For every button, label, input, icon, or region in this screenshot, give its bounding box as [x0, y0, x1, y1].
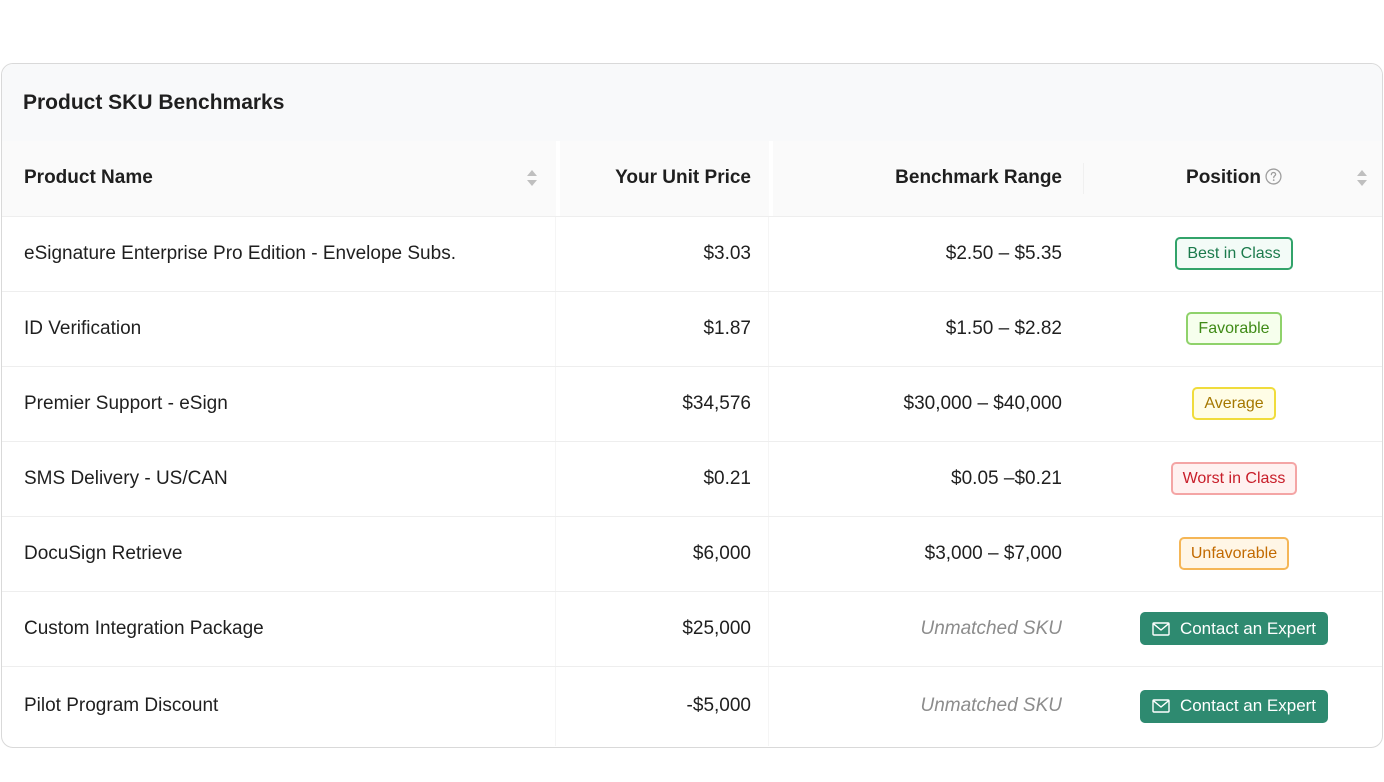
contact-expert-button[interactable]: Contact an Expert	[1139, 689, 1329, 723]
column-header-label: Your Unit Price	[615, 167, 751, 189]
position-badge-favorable: Favorable	[1186, 312, 1282, 345]
column-header-label: Position	[1186, 167, 1261, 189]
cell-position: Best in Class	[1084, 216, 1382, 292]
cell-unit-price: $34,576	[560, 366, 773, 442]
mail-icon	[1152, 621, 1170, 636]
cell-product-name: SMS Delivery - US/CAN	[2, 441, 560, 517]
cell-product-name: Custom Integration Package	[2, 591, 560, 667]
table-row: SMS Delivery - US/CAN $0.21 $0.05 –$0.21…	[2, 441, 1382, 517]
cell-benchmark-range: $1.50 – $2.82	[773, 291, 1084, 367]
cell-product-name: Premier Support - eSign	[2, 366, 560, 442]
cell-unit-price: $25,000	[560, 591, 773, 667]
contact-expert-label: Contact an Expert	[1179, 696, 1317, 716]
column-header-benchmark-range: Benchmark Range	[773, 141, 1084, 217]
column-header-label: Product Name	[24, 167, 153, 189]
cell-position: Worst in Class	[1084, 441, 1382, 517]
cell-product-name: eSignature Enterprise Pro Edition - Enve…	[2, 216, 560, 292]
sort-icon[interactable]	[1356, 168, 1368, 188]
table-row: Premier Support - eSign $34,576 $30,000 …	[2, 366, 1382, 442]
position-badge-worst: Worst in Class	[1170, 462, 1298, 495]
cell-position: Average	[1084, 366, 1382, 442]
cell-position: Contact an Expert	[1084, 666, 1382, 746]
column-header-unit-price: Your Unit Price	[560, 141, 773, 217]
cell-product-name: Pilot Program Discount	[2, 666, 560, 746]
cell-product-name: DocuSign Retrieve	[2, 516, 560, 592]
table-row: eSignature Enterprise Pro Edition - Enve…	[2, 216, 1382, 292]
mail-icon	[1152, 699, 1170, 713]
cell-position: Favorable	[1084, 291, 1382, 367]
cell-benchmark-range-unmatched: Unmatched SKU	[773, 591, 1084, 667]
column-header-product-name[interactable]: Product Name	[2, 141, 560, 217]
card-header: Product SKU Benchmarks	[2, 64, 1382, 141]
cell-benchmark-range: $2.50 – $5.35	[773, 216, 1084, 292]
table-row: Custom Integration Package $25,000 Unmat…	[2, 591, 1382, 667]
sort-icon[interactable]	[526, 168, 538, 188]
table-row: DocuSign Retrieve $6,000 $3,000 – $7,000…	[2, 516, 1382, 592]
cell-benchmark-range: $0.05 –$0.21	[773, 441, 1084, 517]
cell-product-name: ID Verification	[2, 291, 560, 367]
cell-unit-price: $6,000	[560, 516, 773, 592]
contact-expert-label: Contact an Expert	[1179, 618, 1317, 638]
cell-benchmark-range-unmatched: Unmatched SKU	[920, 695, 1062, 717]
question-circle-icon[interactable]	[1265, 168, 1282, 185]
position-badge-average: Average	[1192, 387, 1276, 420]
position-badge-best: Best in Class	[1175, 237, 1293, 270]
cell-benchmark-range: $3,000 – $7,000	[773, 516, 1084, 592]
table-row: Pilot Program Discount -$5,000 Unmatched…	[2, 666, 1382, 746]
sku-benchmarks-card: Product SKU Benchmarks Product Name Your…	[1, 63, 1383, 748]
table-row: ID Verification $1.87 $1.50 – $2.82 Favo…	[2, 291, 1382, 367]
card-title: Product SKU Benchmarks	[23, 90, 285, 114]
cell-unit-price: $3.03	[560, 216, 773, 292]
column-header-label: Benchmark Range	[895, 167, 1062, 189]
table-header-row: Product Name Your Unit Price Benchmark R…	[2, 141, 1382, 217]
contact-expert-button[interactable]: Contact an Expert	[1139, 612, 1329, 645]
benchmarks-table: Product Name Your Unit Price Benchmark R…	[2, 141, 1382, 746]
cell-unit-price: $0.21	[560, 441, 773, 517]
cell-unit-price: $1.87	[560, 291, 773, 367]
cell-benchmark-range: $30,000 – $40,000	[773, 366, 1084, 442]
cell-position: Unfavorable	[1084, 516, 1382, 592]
column-header-position[interactable]: Position	[1084, 141, 1382, 217]
cell-unit-price: -$5,000	[560, 666, 773, 746]
cell-position: Contact an Expert	[1084, 591, 1382, 667]
position-badge-unfavorable: Unfavorable	[1178, 537, 1290, 570]
